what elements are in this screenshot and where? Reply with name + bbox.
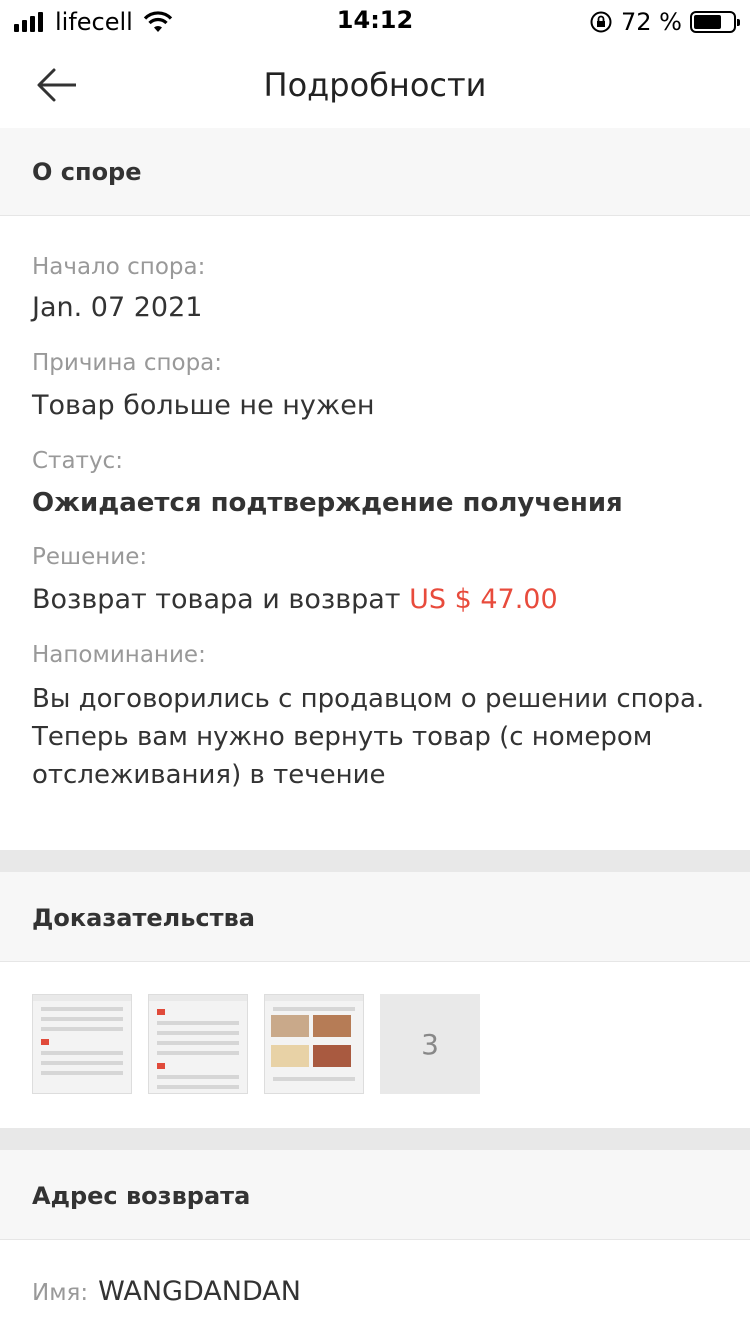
evidence-more-count[interactable]: 3 bbox=[380, 994, 480, 1094]
return-address-section-header: Адрес возврата bbox=[0, 1150, 750, 1240]
dispute-status-label: Статус: bbox=[32, 448, 123, 474]
refund-amount: US $ 47.00 bbox=[409, 584, 558, 615]
evidence-section-title: Доказательства bbox=[32, 904, 255, 932]
rotation-lock-icon bbox=[590, 11, 612, 33]
evidence-section-header: Доказательства bbox=[0, 872, 750, 962]
evidence-thumbnail[interactable] bbox=[148, 994, 248, 1094]
name-label: Имя: bbox=[32, 1280, 89, 1306]
dispute-solution-row: Возврат товара и возврат US $ 47.00 bbox=[32, 584, 558, 615]
dispute-solution-label: Решение: bbox=[32, 544, 148, 570]
reminder-text: Вы договорились с продавцом о решении сп… bbox=[32, 684, 705, 790]
dispute-reason-label: Причина спора: bbox=[32, 350, 223, 376]
return-address-name-row: Имя: WANGDANDAN bbox=[32, 1276, 301, 1307]
dispute-solution-value: Возврат товара и возврат bbox=[32, 584, 401, 615]
return-address-section-title: Адрес возврата bbox=[32, 1182, 251, 1210]
dispute-start-label: Начало спора: bbox=[32, 254, 206, 280]
evidence-thumbnail[interactable] bbox=[32, 994, 132, 1094]
dispute-status-value: Ожидается подтверждение получения bbox=[32, 488, 623, 518]
dispute-reason-value: Товар больше не нужен bbox=[32, 390, 375, 421]
evidence-thumbnail[interactable] bbox=[264, 994, 364, 1094]
page-title: Подробности bbox=[263, 66, 487, 104]
reminder-label: Напоминание: bbox=[32, 642, 206, 668]
name-value: WANGDANDAN bbox=[98, 1276, 301, 1307]
dispute-section-header: О споре bbox=[0, 128, 750, 216]
nav-bar: Подробности bbox=[0, 42, 750, 128]
battery-icon bbox=[690, 11, 740, 33]
battery-percent: 72 % bbox=[621, 8, 682, 36]
dispute-section-title: О споре bbox=[32, 158, 142, 186]
dispute-start-value: Jan. 07 2021 bbox=[32, 292, 203, 323]
status-bar: lifecell 14:12 72 % bbox=[0, 0, 750, 42]
section-divider bbox=[0, 850, 750, 872]
section-divider bbox=[0, 1128, 750, 1150]
